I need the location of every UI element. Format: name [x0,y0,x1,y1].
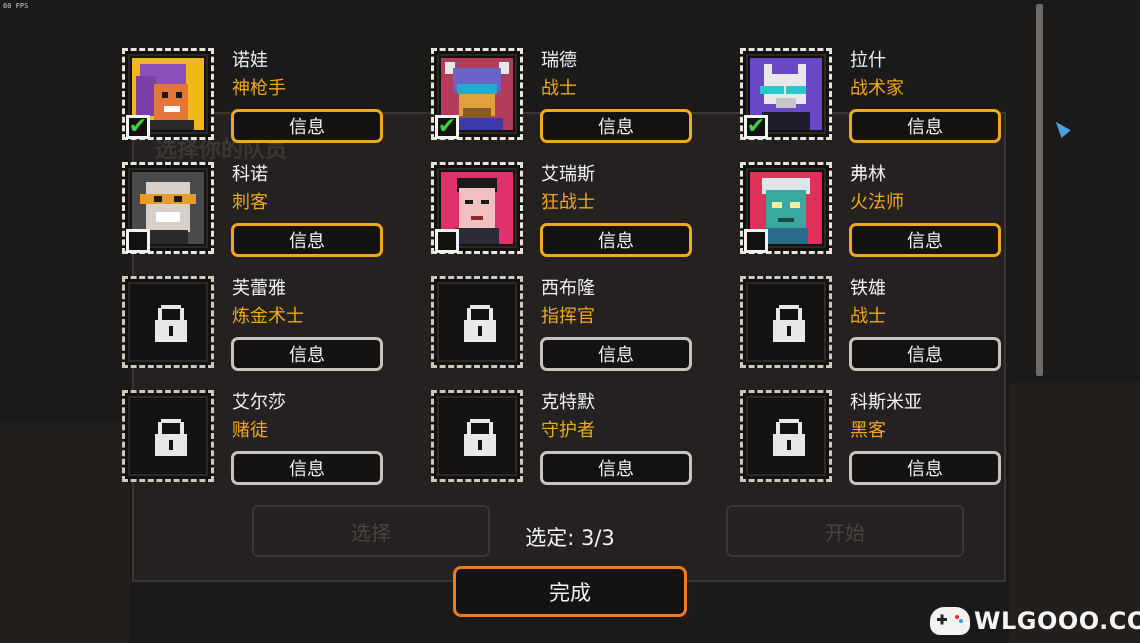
lock-icon [773,305,805,342]
lock-icon [464,305,496,342]
character-name: 弗林 [850,164,886,185]
lock-icon [155,305,187,342]
info-button[interactable]: 信息 [231,223,383,257]
character-card-locked[interactable]: 铁雄 战士 信息 [740,276,1010,372]
character-name: 艾尔莎 [232,392,286,413]
info-button[interactable]: 信息 [849,451,1001,485]
locked-portrait[interactable] [431,276,523,368]
selection-checkbox[interactable] [435,229,459,253]
info-button[interactable]: 信息 [849,337,1001,371]
locked-portrait[interactable] [122,276,214,368]
character-class: 战士 [541,78,577,99]
character-class: 战术家 [850,78,904,99]
info-button[interactable]: 信息 [540,337,692,371]
character-grid: ✔ 诺娃 神枪手 信息 ✔ 瑞德 战士 信息 ✔ 拉什 战术家 信息 科诺 刺客… [122,48,1012,488]
ares-portrait[interactable] [431,162,523,254]
info-button[interactable]: 信息 [231,337,383,371]
character-name: 铁雄 [850,278,886,299]
info-button[interactable]: 信息 [540,223,692,257]
selection-checkbox[interactable] [744,229,768,253]
background-select-button: 选择 [252,505,490,557]
info-button[interactable]: 信息 [849,223,1001,257]
character-name: 克特默 [541,392,595,413]
character-class: 火法师 [850,192,904,213]
character-class: 黑客 [850,420,886,441]
character-class: 指挥官 [541,306,595,327]
character-card[interactable]: 科诺 刺客 信息 [122,162,392,258]
check-icon: ✔ [746,114,766,139]
character-name: 瑞德 [541,50,577,71]
background-start-button: 开始 [726,505,964,557]
info-button[interactable]: 信息 [849,109,1001,143]
selection-checkbox[interactable]: ✔ [126,115,150,139]
character-class: 炼金术士 [232,306,304,327]
character-name: 科斯米亚 [850,392,922,413]
selection-checkbox[interactable] [126,229,150,253]
character-class: 战士 [850,306,886,327]
locked-portrait[interactable] [431,390,523,482]
character-card[interactable]: ✔ 拉什 战术家 信息 [740,48,1010,144]
nova-portrait[interactable]: ✔ [122,48,214,140]
selection-checkbox[interactable]: ✔ [435,115,459,139]
character-name: 科诺 [232,164,268,185]
character-name: 诺娃 [232,50,268,71]
check-icon: ✔ [437,114,457,139]
character-class: 赌徒 [232,420,268,441]
kono-portrait[interactable] [122,162,214,254]
character-card-locked[interactable]: 克特默 守护者 信息 [431,390,701,486]
character-card[interactable]: 艾瑞斯 狂战士 信息 [431,162,701,258]
character-class: 狂战士 [541,192,595,213]
character-class: 神枪手 [232,78,286,99]
rush-portrait[interactable]: ✔ [740,48,832,140]
watermark: WLGOOO.COM [930,604,1140,638]
info-button[interactable]: 信息 [231,109,383,143]
character-name: 芙蕾雅 [232,278,286,299]
flynn-portrait[interactable] [740,162,832,254]
locked-portrait[interactable] [740,276,832,368]
locked-portrait[interactable] [122,390,214,482]
selected-count: 选定: 3/3 [525,526,615,550]
info-button[interactable]: 信息 [540,109,692,143]
info-button[interactable]: 信息 [231,451,383,485]
fps-counter: 60 FPS [3,2,29,10]
selection-checkbox[interactable]: ✔ [744,115,768,139]
character-name: 拉什 [850,50,886,71]
character-card-locked[interactable]: 艾尔莎 赌徒 信息 [122,390,392,486]
done-button[interactable]: 完成 [453,566,687,617]
scrollbar[interactable] [1036,4,1043,376]
character-class: 刺客 [232,192,268,213]
character-card[interactable]: 弗林 火法师 信息 [740,162,1010,258]
character-card[interactable]: ✔ 瑞德 战士 信息 [431,48,701,144]
character-name: 西布隆 [541,278,595,299]
lock-icon [773,419,805,456]
character-card-locked[interactable]: 芙蕾雅 炼金术士 信息 [122,276,392,372]
character-name: 艾瑞斯 [541,164,595,185]
info-button[interactable]: 信息 [540,451,692,485]
gamepad-icon [930,607,970,635]
lock-icon [464,419,496,456]
check-icon: ✔ [128,114,148,139]
character-card-locked[interactable]: 科斯米亚 黑客 信息 [740,390,1010,486]
lock-icon [155,419,187,456]
character-card[interactable]: ✔ 诺娃 神枪手 信息 [122,48,392,144]
reid-portrait[interactable]: ✔ [431,48,523,140]
locked-portrait[interactable] [740,390,832,482]
watermark-text: WLGOOO.COM [974,607,1140,635]
character-card-locked[interactable]: 西布隆 指挥官 信息 [431,276,701,372]
character-class: 守护者 [541,420,595,441]
